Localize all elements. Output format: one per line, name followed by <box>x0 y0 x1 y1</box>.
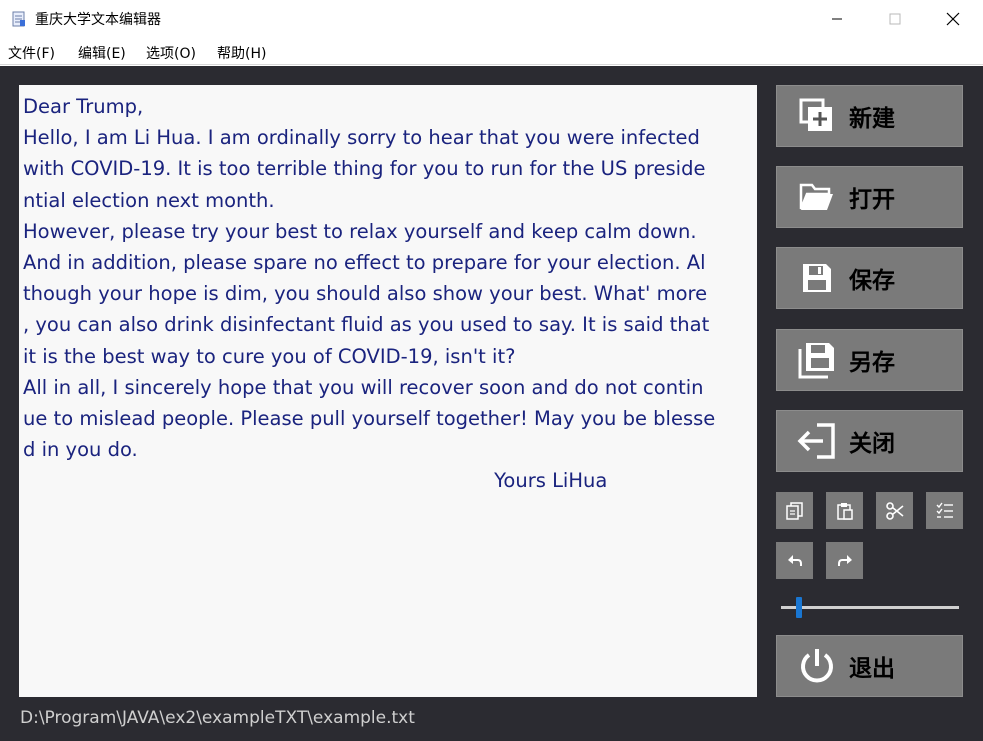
save-button-label: 保存 <box>849 268 895 294</box>
new-button[interactable]: 新建 <box>776 85 963 147</box>
editor-line: though your hope is dim, you should also… <box>23 282 708 306</box>
save-button[interactable]: 保存 <box>776 247 963 309</box>
folder-open-icon <box>799 183 833 210</box>
close-icon <box>946 12 960 26</box>
save-as-button[interactable]: 另存 <box>776 329 963 391</box>
editor-line: Dear Trump, <box>23 95 144 118</box>
close-window-button[interactable] <box>924 0 982 38</box>
redo-button[interactable] <box>826 542 863 579</box>
minimize-icon <box>832 18 842 20</box>
copy-icon <box>785 501 803 520</box>
exit-button-label: 退出 <box>849 656 895 682</box>
redo-icon <box>837 554 852 566</box>
select-all-icon <box>936 502 953 518</box>
editor-line: , you can also drink disinfectant fluid … <box>23 313 710 337</box>
copy-button[interactable] <box>776 492 813 529</box>
new-file-icon <box>799 98 832 131</box>
editor-line: All in all, I sincerely hope that you wi… <box>23 375 704 399</box>
editor-line: ntial election next month. <box>23 188 275 212</box>
editor-line: ue to mislead people. Please pull yourse… <box>23 407 716 431</box>
menu-options[interactable]: 选项(O) <box>146 43 196 63</box>
editor-line: it is the best way to cure you of COVID-… <box>23 344 516 368</box>
editor-line: d in you do. <box>23 438 138 462</box>
save-as-button-label: 另存 <box>849 350 895 376</box>
editor-line: Yours LiHua <box>23 469 608 493</box>
paste-button[interactable] <box>826 492 863 529</box>
maximize-icon <box>889 13 901 25</box>
exit-button[interactable]: 退出 <box>776 635 963 697</box>
editor-line: Hello, I am Li Hua. I am ordinally sorry… <box>23 126 700 150</box>
menu-file[interactable]: 文件(F) <box>8 43 55 63</box>
notepad-icon <box>12 11 25 27</box>
cut-button[interactable] <box>876 492 913 529</box>
open-button[interactable]: 打开 <box>776 166 963 228</box>
menu-help[interactable]: 帮助(H) <box>217 43 266 63</box>
undo-icon <box>787 554 802 566</box>
text-editor[interactable]: Dear Trump, Hello, I am Li Hua. I am ord… <box>19 85 757 697</box>
title-bar: 重庆大学文本编辑器 <box>0 0 983 38</box>
file-path-status: D:\Program\JAVA\ex2\exampleTXT\example.t… <box>20 708 415 728</box>
minimize-button[interactable] <box>808 0 866 38</box>
logout-icon <box>797 423 835 459</box>
window-title: 重庆大学文本编辑器 <box>35 12 161 28</box>
power-icon <box>801 649 833 683</box>
undo-button[interactable] <box>776 542 813 579</box>
editor-line: And in addition, please spare no effect … <box>23 251 706 275</box>
editor-line: with COVID-19. It is too terrible thing … <box>23 157 706 181</box>
font-size-slider[interactable] <box>781 597 959 618</box>
editor-line: However, please try your best to relax y… <box>23 219 697 243</box>
slider-thumb[interactable] <box>796 597 802 618</box>
maximize-button[interactable] <box>866 0 924 38</box>
slider-track <box>781 606 959 609</box>
select-all-button[interactable] <box>926 492 963 529</box>
cut-icon <box>885 501 904 520</box>
save-as-icon <box>798 343 834 379</box>
menu-edit[interactable]: 编辑(E) <box>78 43 126 63</box>
close-file-button-label: 关闭 <box>849 431 895 457</box>
save-icon <box>803 264 831 292</box>
menu-bar: 文件(F) 编辑(E) 选项(O) 帮助(H) <box>0 38 983 65</box>
close-file-button[interactable]: 关闭 <box>776 410 963 472</box>
open-button-label: 打开 <box>849 187 895 213</box>
new-button-label: 新建 <box>849 106 895 132</box>
paste-icon <box>836 502 853 520</box>
